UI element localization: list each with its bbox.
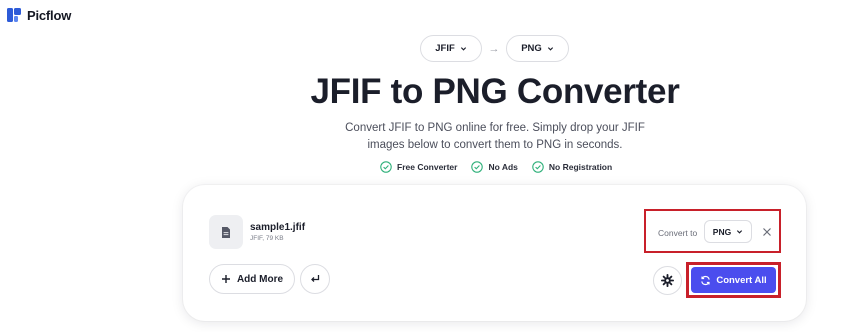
gear-icon (661, 274, 674, 287)
feature-item: No Ads (471, 161, 518, 173)
convert-format-value: PNG (712, 226, 732, 237)
to-format-dropdown[interactable]: PNG (506, 35, 569, 62)
return-arrow-icon (311, 275, 320, 282)
format-selector-row: JFIF → PNG (420, 35, 569, 62)
chevron-down-icon (737, 230, 743, 234)
converter-card: sample1.jfif JFIF, 79 KB Convert to PNG … (183, 185, 806, 321)
to-format-label: PNG (521, 43, 542, 54)
convert-format-dropdown[interactable]: PNG (704, 220, 752, 243)
convert-to-group: Convert to PNG (644, 209, 781, 253)
chevron-down-icon (460, 47, 466, 51)
undo-button[interactable] (300, 264, 330, 294)
feature-label: Free Converter (397, 162, 458, 172)
picflow-logo-icon (7, 8, 21, 22)
brand-name: Picflow (27, 7, 72, 23)
feature-item: No Registration (532, 161, 612, 173)
check-circle-icon (532, 161, 544, 173)
add-more-label: Add More (236, 273, 284, 285)
add-more-button[interactable]: Add More (209, 264, 295, 294)
convert-to-label: Convert to (658, 228, 698, 238)
file-thumbnail (209, 215, 243, 249)
plus-icon (221, 275, 230, 283)
refresh-icon (701, 275, 711, 285)
from-format-dropdown[interactable]: JFIF (420, 35, 482, 62)
feature-label: No Registration (548, 162, 613, 172)
feature-item: Free Converter (380, 161, 457, 173)
feature-label: No Ads (488, 162, 518, 172)
brand-logo[interactable]: Picflow (6, 7, 71, 23)
page-title: JFIF to PNG Converter (310, 72, 680, 111)
close-icon (763, 228, 771, 236)
file-name: sample1.jfif (250, 222, 306, 233)
remove-file-button[interactable] (760, 225, 774, 239)
convert-all-label: Convert All (716, 274, 767, 286)
check-circle-icon (380, 161, 392, 173)
arrow-right-icon: → (488, 42, 500, 55)
convert-all-highlight: Convert All (686, 262, 781, 298)
file-meta: JFIF, 79 KB (250, 235, 284, 242)
page-subtitle: Convert JFIF to PNG online for free. Sim… (345, 122, 645, 151)
settings-button[interactable] (653, 266, 682, 295)
file-icon (222, 226, 230, 238)
convert-all-button[interactable]: Convert All (691, 267, 776, 293)
from-format-label: JFIF (435, 43, 455, 54)
check-circle-icon (471, 161, 484, 173)
feature-list: Free Converter No Ads No Registration (380, 161, 612, 173)
chevron-down-icon (547, 47, 553, 51)
